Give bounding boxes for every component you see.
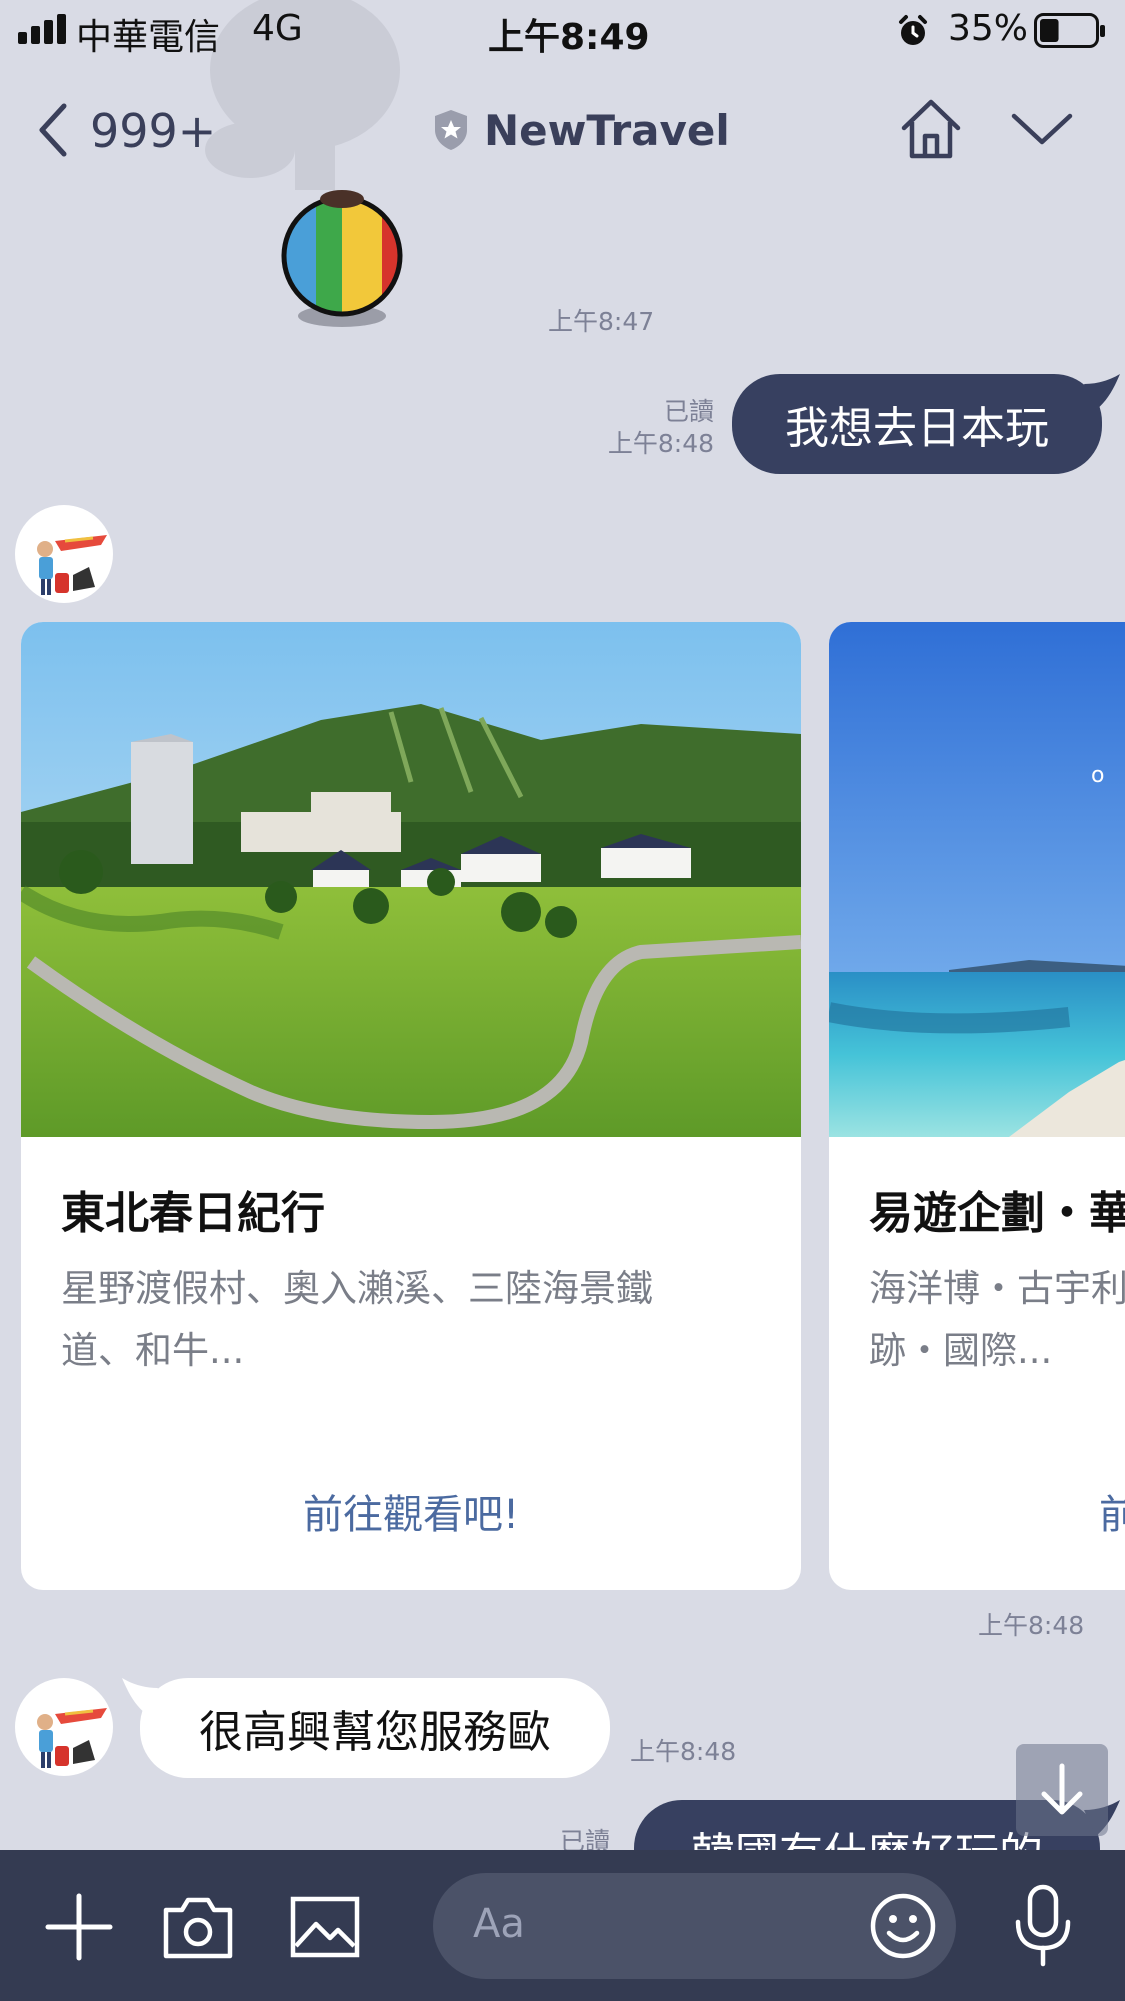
card-title: 易遊企劃・華: [869, 1188, 1125, 1239]
bot-message-time: 上午8:48: [630, 1737, 737, 1766]
plus-button[interactable]: [44, 1892, 114, 1962]
network-type: 4G: [252, 8, 303, 49]
carrier-name: 中華電信: [76, 17, 221, 58]
carousel-timestamp: 上午8:48: [978, 1611, 1085, 1640]
chat-title-text: NewTravel: [484, 105, 730, 155]
arrow-down-icon: [1041, 1763, 1083, 1815]
status-bar: 中華電信 4G 上午8:49 35%: [0, 0, 1125, 62]
unread-count: 999+: [90, 104, 217, 158]
image-icon: [290, 1896, 360, 1958]
card-view-link[interactable]: 前: [1099, 1482, 1125, 1540]
emoji-button[interactable]: [868, 1891, 938, 1961]
message-text: 很高興幫您服務歐: [199, 1707, 551, 1758]
message-input-placeholder: Aa: [473, 1901, 525, 1947]
read-label: 已讀: [663, 397, 714, 426]
card-image-resort: [21, 622, 801, 1137]
alarm-icon: [896, 14, 930, 48]
home-icon: [901, 99, 961, 159]
bot-avatar[interactable]: [15, 505, 113, 603]
voice-button[interactable]: [1012, 1884, 1074, 1968]
battery-percent: 35%: [948, 8, 1029, 49]
chevron-left-icon: [39, 103, 67, 157]
carousel-card[interactable]: 東北春日紀行 星野渡假村、奧入瀨溪、三陸海景鐵 道、和牛... 前往觀看吧!: [21, 622, 801, 1590]
chevron-down-icon: [1011, 113, 1073, 145]
message-time: 上午8:48: [607, 429, 714, 458]
card-description: 海洋博・古宇利 跡・國際...: [869, 1267, 1125, 1372]
card-view-link[interactable]: 前往觀看吧!: [21, 1482, 801, 1540]
sticker-timestamp: 上午8:47: [548, 307, 655, 336]
sticker-ball[interactable]: [276, 190, 408, 330]
chat-header: 999+ NewTravel: [0, 62, 1125, 192]
microphone-icon: [1015, 1884, 1071, 1967]
bubble-tail: [1084, 374, 1120, 410]
message-clip: 已讀 韓國有什麼好玩的: [0, 1790, 1125, 1850]
status-time: 上午8:49: [488, 17, 650, 58]
signal-icon: [18, 14, 68, 44]
scroll-to-bottom-button[interactable]: [1016, 1744, 1108, 1836]
card-description: 星野渡假村、奧入瀨溪、三陸海景鐵 道、和牛...: [61, 1267, 653, 1372]
smiley-icon: [870, 1893, 936, 1959]
image-button[interactable]: [290, 1896, 360, 1958]
read-receipt-1: 已讀 上午8:48: [560, 396, 714, 460]
carousel-card[interactable]: o 易遊企劃・華 海洋博・古宇利 跡・國際... 前: [829, 622, 1125, 1590]
home-button[interactable]: [898, 96, 964, 162]
camera-icon: [163, 1897, 233, 1959]
card-title: 東北春日紀行: [61, 1188, 325, 1239]
user-message-bubble[interactable]: 我想去日本玩: [732, 374, 1102, 474]
plus-icon: [45, 1893, 113, 1961]
svg-text:o: o: [1091, 763, 1104, 788]
back-button[interactable]: 999+: [36, 100, 226, 160]
message-input[interactable]: Aa: [433, 1873, 956, 1979]
bot-avatar[interactable]: [15, 1678, 113, 1776]
card-image-beach: o: [829, 622, 1125, 1137]
shield-star-icon: [435, 110, 467, 150]
message-text: 我想去日本玩: [785, 403, 1049, 454]
read-receipt-2: 已讀: [560, 1827, 611, 1850]
bot-message-bubble[interactable]: 很高興幫您服務歐: [140, 1678, 610, 1778]
message-composer: Aa: [0, 1850, 1125, 2001]
camera-button[interactable]: [162, 1894, 234, 1960]
message-text: 韓國有什麼好玩的: [691, 1818, 1043, 1850]
chat-title: NewTravel: [432, 100, 730, 160]
battery-icon: [1034, 13, 1106, 49]
menu-dropdown-button[interactable]: [1010, 108, 1074, 148]
